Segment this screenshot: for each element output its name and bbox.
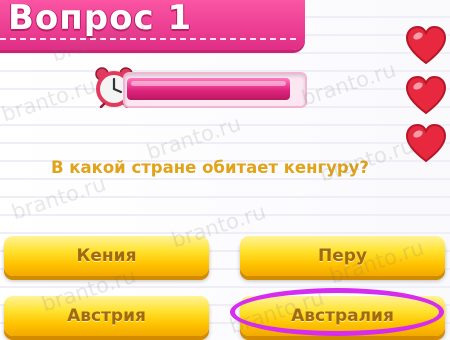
answer-label: Кения [76, 246, 137, 266]
answer-label: Австралия [291, 306, 394, 326]
answer-label: Австрия [67, 306, 146, 326]
timer-shine [131, 81, 287, 86]
answer-button-kenya[interactable]: Кения [4, 236, 209, 276]
question-title: Вопрос 1 [8, 0, 193, 38]
answer-button-peru[interactable]: Перу [240, 236, 445, 276]
timer-bar [127, 78, 299, 100]
heart-icon [405, 25, 447, 65]
answer-label: Перу [317, 246, 367, 266]
question-text: В какой стране обитает кенгуру? [50, 158, 370, 177]
timer-fill [127, 78, 291, 100]
answer-button-austria[interactable]: Австрия [4, 296, 209, 336]
question-header: Вопрос 1 [0, 0, 305, 50]
header-stitch [0, 38, 296, 40]
heart-icon [405, 75, 447, 115]
answer-button-australia[interactable]: Австралия [240, 296, 445, 336]
